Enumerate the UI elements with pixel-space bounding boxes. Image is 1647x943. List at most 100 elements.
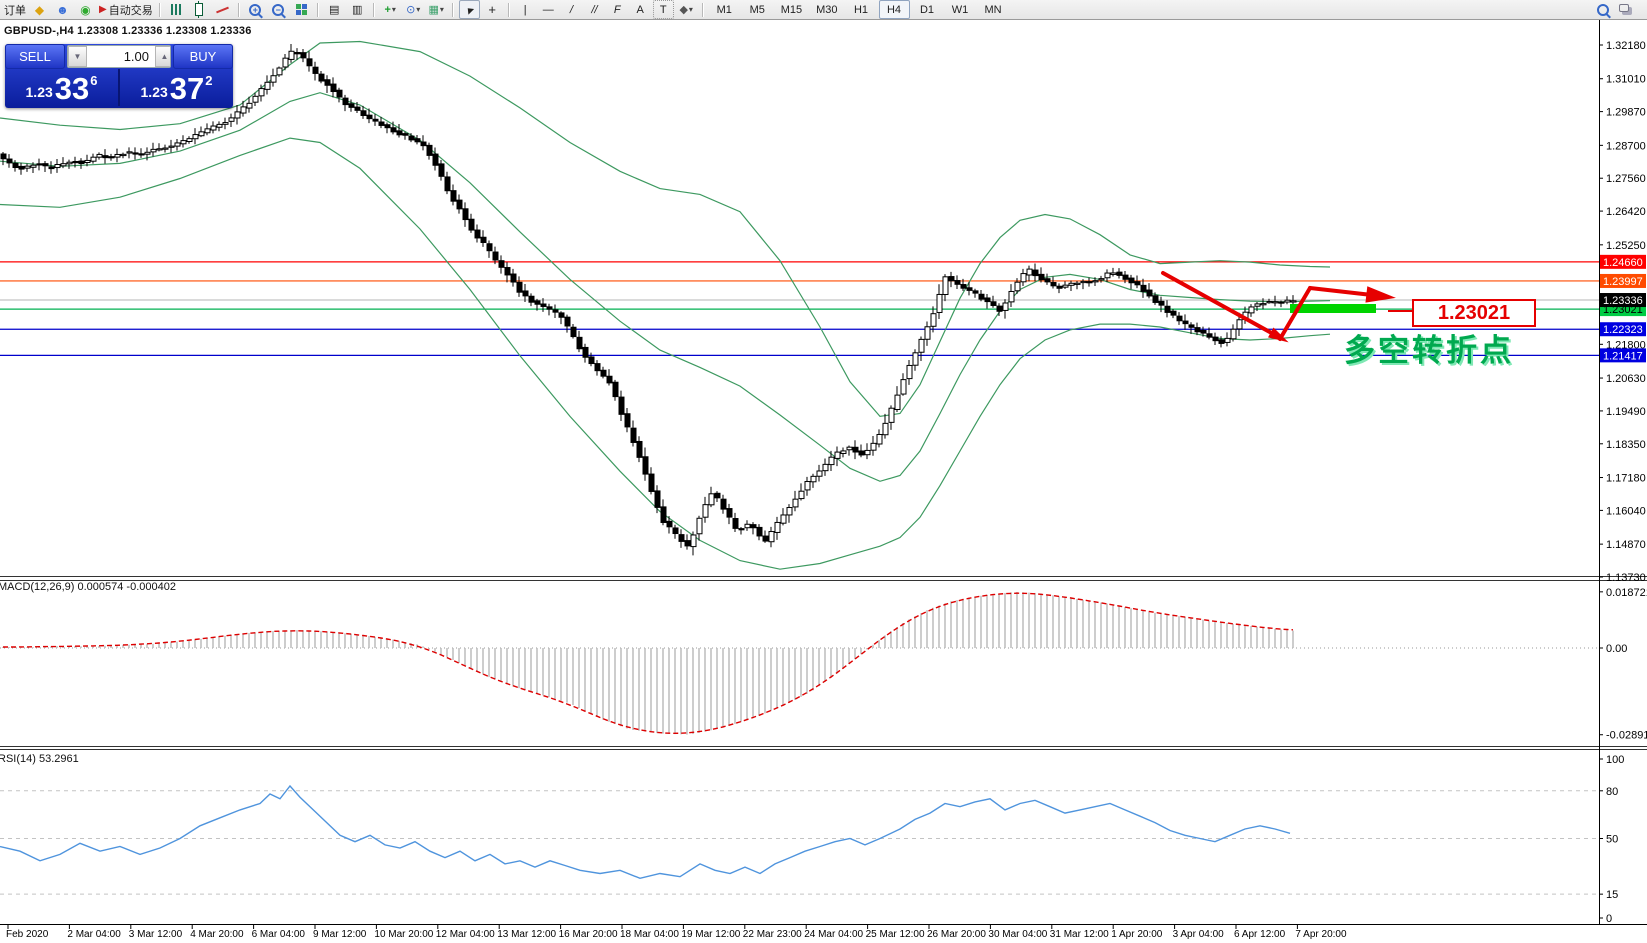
svg-text:1.32180: 1.32180 [1606,40,1646,52]
new-order-icon[interactable]: ◆ [29,0,50,19]
search-icon [1597,4,1609,16]
svg-text:26 Mar 20:00: 26 Mar 20:00 [927,929,986,940]
timeframe-m15[interactable]: M15 [775,0,808,19]
zoom-in-button[interactable]: + [245,0,266,19]
macd-pane [0,592,1599,735]
svg-text:6 Mar 04:00: 6 Mar 04:00 [252,929,306,940]
candlestick-mode-button[interactable] [189,0,210,19]
chevron-down-icon: ▾ [440,5,444,14]
trendline-tool-button[interactable]: / [559,0,584,19]
chevron-down-icon: ▾ [416,5,420,14]
chart-region: 1.321801.310101.298701.287001.275601.264… [0,20,1647,943]
add-indicator-button[interactable]: +▾ [380,0,401,19]
separator [238,3,240,17]
svg-text:22 Mar 23:00: 22 Mar 23:00 [743,929,802,940]
indicator-window-button-1[interactable]: ▤ [324,0,345,19]
chart-canvas[interactable]: 1.321801.310101.298701.287001.275601.264… [0,20,1647,943]
zoom-in-icon: + [249,4,261,16]
svg-text:1.13730: 1.13730 [1606,572,1646,584]
time-axis[interactable]: Feb 20202 Mar 04:003 Mar 12:004 Mar 20:0… [6,925,1347,940]
line-chart-icon [216,6,229,13]
buy-button[interactable]: BUY [173,44,233,69]
template-icon: ▦ [428,3,438,16]
svg-text:7 Apr 20:00: 7 Apr 20:00 [1295,929,1347,940]
fibonacci-tool-button[interactable]: F [607,0,628,19]
timeframe-m5[interactable]: M5 [742,0,773,19]
svg-text:1.23997: 1.23997 [1603,276,1643,288]
auto-trading-button[interactable]: ▶ 自动交易 [98,0,154,19]
chevron-down-icon: ▾ [392,5,396,14]
svg-text:6 Apr 12:00: 6 Apr 12:00 [1234,929,1286,940]
cursor-icon [465,5,474,14]
cursor-tool-button[interactable] [459,0,480,19]
timeframe-w1[interactable]: W1 [945,0,976,19]
svg-text:19 Mar 12:00: 19 Mar 12:00 [681,929,740,940]
chat-button[interactable] [1615,0,1636,19]
text-label-tool-button[interactable]: T [653,0,674,19]
svg-text:1.22323: 1.22323 [1603,324,1643,336]
svg-text:30 Mar 04:00: 30 Mar 04:00 [988,929,1047,940]
volume-input[interactable] [87,46,155,67]
separator [317,3,319,17]
svg-text:1.28700: 1.28700 [1606,140,1646,152]
indicator-window-button-2[interactable]: ▥ [347,0,368,19]
volume-decrease-button[interactable]: ▼ [68,46,87,67]
svg-text:3 Apr 04:00: 3 Apr 04:00 [1173,929,1225,940]
shapes-icon: ◆ [679,3,687,16]
separator [702,3,704,17]
separator [159,3,161,17]
tile-windows-button[interactable] [291,0,312,19]
timeframe-m30[interactable]: M30 [810,0,843,19]
sell-button[interactable]: SELL [5,44,65,69]
text-tool-button[interactable]: A [630,0,651,19]
svg-text:0.00: 0.00 [1606,643,1627,655]
main-toolbar: 订单 ◆ ☻ ◉ ▶ 自动交易 + − ▤ ▥ +▾ ⊙▾ ▦▾ + | [0,0,1647,20]
zoom-out-icon: − [272,4,284,16]
sell-price-small: 1.23 [26,84,53,100]
timeframe-d1[interactable]: D1 [912,0,943,19]
svg-text:1.25250: 1.25250 [1606,240,1646,252]
signals-icon[interactable]: ◉ [75,0,96,19]
volume-stepper: ▼ ▲ [67,45,171,68]
shapes-tool-button[interactable]: ◆▾ [676,0,697,19]
vertical-line-tool-button[interactable]: | [515,0,536,19]
separator [508,3,510,17]
line-chart-mode-button[interactable] [212,0,233,19]
one-click-trading-panel: SELL ▼ ▲ BUY 1.23 33 6 1.23 37 2 [5,44,233,108]
svg-text:100: 100 [1606,754,1624,766]
clock-icon: ⊙ [406,3,415,16]
template-button[interactable]: ▦▾ [426,0,447,19]
order-button[interactable]: 订单 [3,0,27,19]
search-button[interactable] [1592,0,1613,19]
crosshair-tool-button[interactable]: + [482,0,503,19]
svg-text:1 Apr 20:00: 1 Apr 20:00 [1111,929,1163,940]
play-icon: ▶ [99,4,107,15]
volume-increase-button[interactable]: ▲ [155,46,171,67]
svg-text:1.16040: 1.16040 [1606,505,1646,517]
svg-text:12 Mar 04:00: 12 Mar 04:00 [436,929,495,940]
svg-text:0.018721: 0.018721 [1606,587,1647,599]
market-watch-icon[interactable]: ☻ [52,0,73,19]
price-axis[interactable]: 1.321801.310101.298701.287001.275601.264… [1599,40,1647,925]
svg-text:1.14870: 1.14870 [1606,539,1646,551]
timeframe-m1[interactable]: M1 [709,0,740,19]
svg-text:1.18350: 1.18350 [1606,439,1646,451]
bar-chart-mode-button[interactable] [166,0,187,19]
svg-text:2 Mar 04:00: 2 Mar 04:00 [67,929,121,940]
timeframe-h4[interactable]: H4 [879,0,910,19]
buy-price-display[interactable]: 1.23 37 2 [120,69,233,106]
svg-text:1.21417: 1.21417 [1603,350,1643,362]
channel-tool-button[interactable]: // [582,0,607,19]
timeframe-h1[interactable]: H1 [846,0,877,19]
mt4-window: 订单 ◆ ☻ ◉ ▶ 自动交易 + − ▤ ▥ +▾ ⊙▾ ▦▾ + | [0,0,1647,943]
horizontal-line-tool-button[interactable]: — [538,0,559,19]
sell-price-display[interactable]: 1.23 33 6 [5,69,118,106]
timeframe-mn[interactable]: MN [978,0,1009,19]
svg-text:13 Mar 12:00: 13 Mar 12:00 [497,929,556,940]
zoom-out-button[interactable]: − [268,0,289,19]
svg-text:1.31010: 1.31010 [1606,74,1646,86]
period-button[interactable]: ⊙▾ [403,0,424,19]
svg-text:1.19490: 1.19490 [1606,406,1646,418]
symbol-info: GBPUSD-,H4 1.23308 1.23336 1.23308 1.233… [4,25,252,37]
svg-text:15: 15 [1606,889,1618,901]
